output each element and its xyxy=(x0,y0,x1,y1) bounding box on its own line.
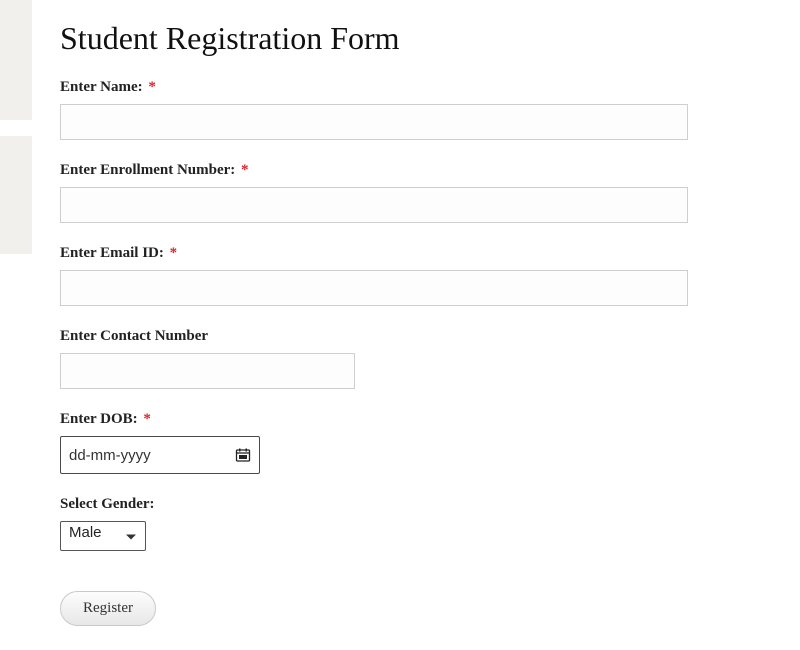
required-mark: * xyxy=(148,79,156,95)
email-input[interactable] xyxy=(60,270,688,306)
dob-input[interactable]: dd-mm-yyyy xyxy=(60,436,260,474)
gender-label-text: Select Gender: xyxy=(60,496,155,512)
gender-select[interactable]: Male xyxy=(60,521,146,551)
email-label-text: Enter Email ID: xyxy=(60,245,164,261)
calendar-icon xyxy=(235,447,251,463)
name-input[interactable] xyxy=(60,104,688,140)
dob-placeholder: dd-mm-yyyy xyxy=(69,447,151,464)
field-email: Enter Email ID: * xyxy=(60,245,740,306)
name-label: Enter Name: * xyxy=(60,79,740,96)
field-dob: Enter DOB: * dd-mm-yyyy xyxy=(60,411,740,474)
side-strip-bottom xyxy=(0,136,32,254)
register-button[interactable]: Register xyxy=(60,591,156,626)
contact-input[interactable] xyxy=(60,353,355,389)
field-contact: Enter Contact Number xyxy=(60,328,740,389)
email-label: Enter Email ID: * xyxy=(60,245,740,262)
gender-selected: Male xyxy=(69,524,102,541)
required-mark: * xyxy=(170,245,178,261)
contact-label-text: Enter Contact Number xyxy=(60,328,208,344)
enrollment-label-text: Enter Enrollment Number: xyxy=(60,162,235,178)
gender-label: Select Gender: xyxy=(60,496,740,513)
contact-label: Enter Contact Number xyxy=(60,328,740,345)
name-label-text: Enter Name: xyxy=(60,79,143,95)
field-enrollment: Enter Enrollment Number: * xyxy=(60,162,740,223)
field-gender: Select Gender: Male xyxy=(60,496,740,551)
required-mark: * xyxy=(143,411,151,427)
required-mark: * xyxy=(241,162,249,178)
enrollment-input[interactable] xyxy=(60,187,688,223)
enrollment-label: Enter Enrollment Number: * xyxy=(60,162,740,179)
side-strip-top xyxy=(0,0,32,120)
page-title: Student Registration Form xyxy=(60,20,740,57)
gender-select-wrap: Male xyxy=(60,521,146,551)
dob-label: Enter DOB: * xyxy=(60,411,740,428)
dob-label-text: Enter DOB: xyxy=(60,411,138,427)
field-name: Enter Name: * xyxy=(60,79,740,140)
form-container: Student Registration Form Enter Name: * … xyxy=(0,0,800,646)
